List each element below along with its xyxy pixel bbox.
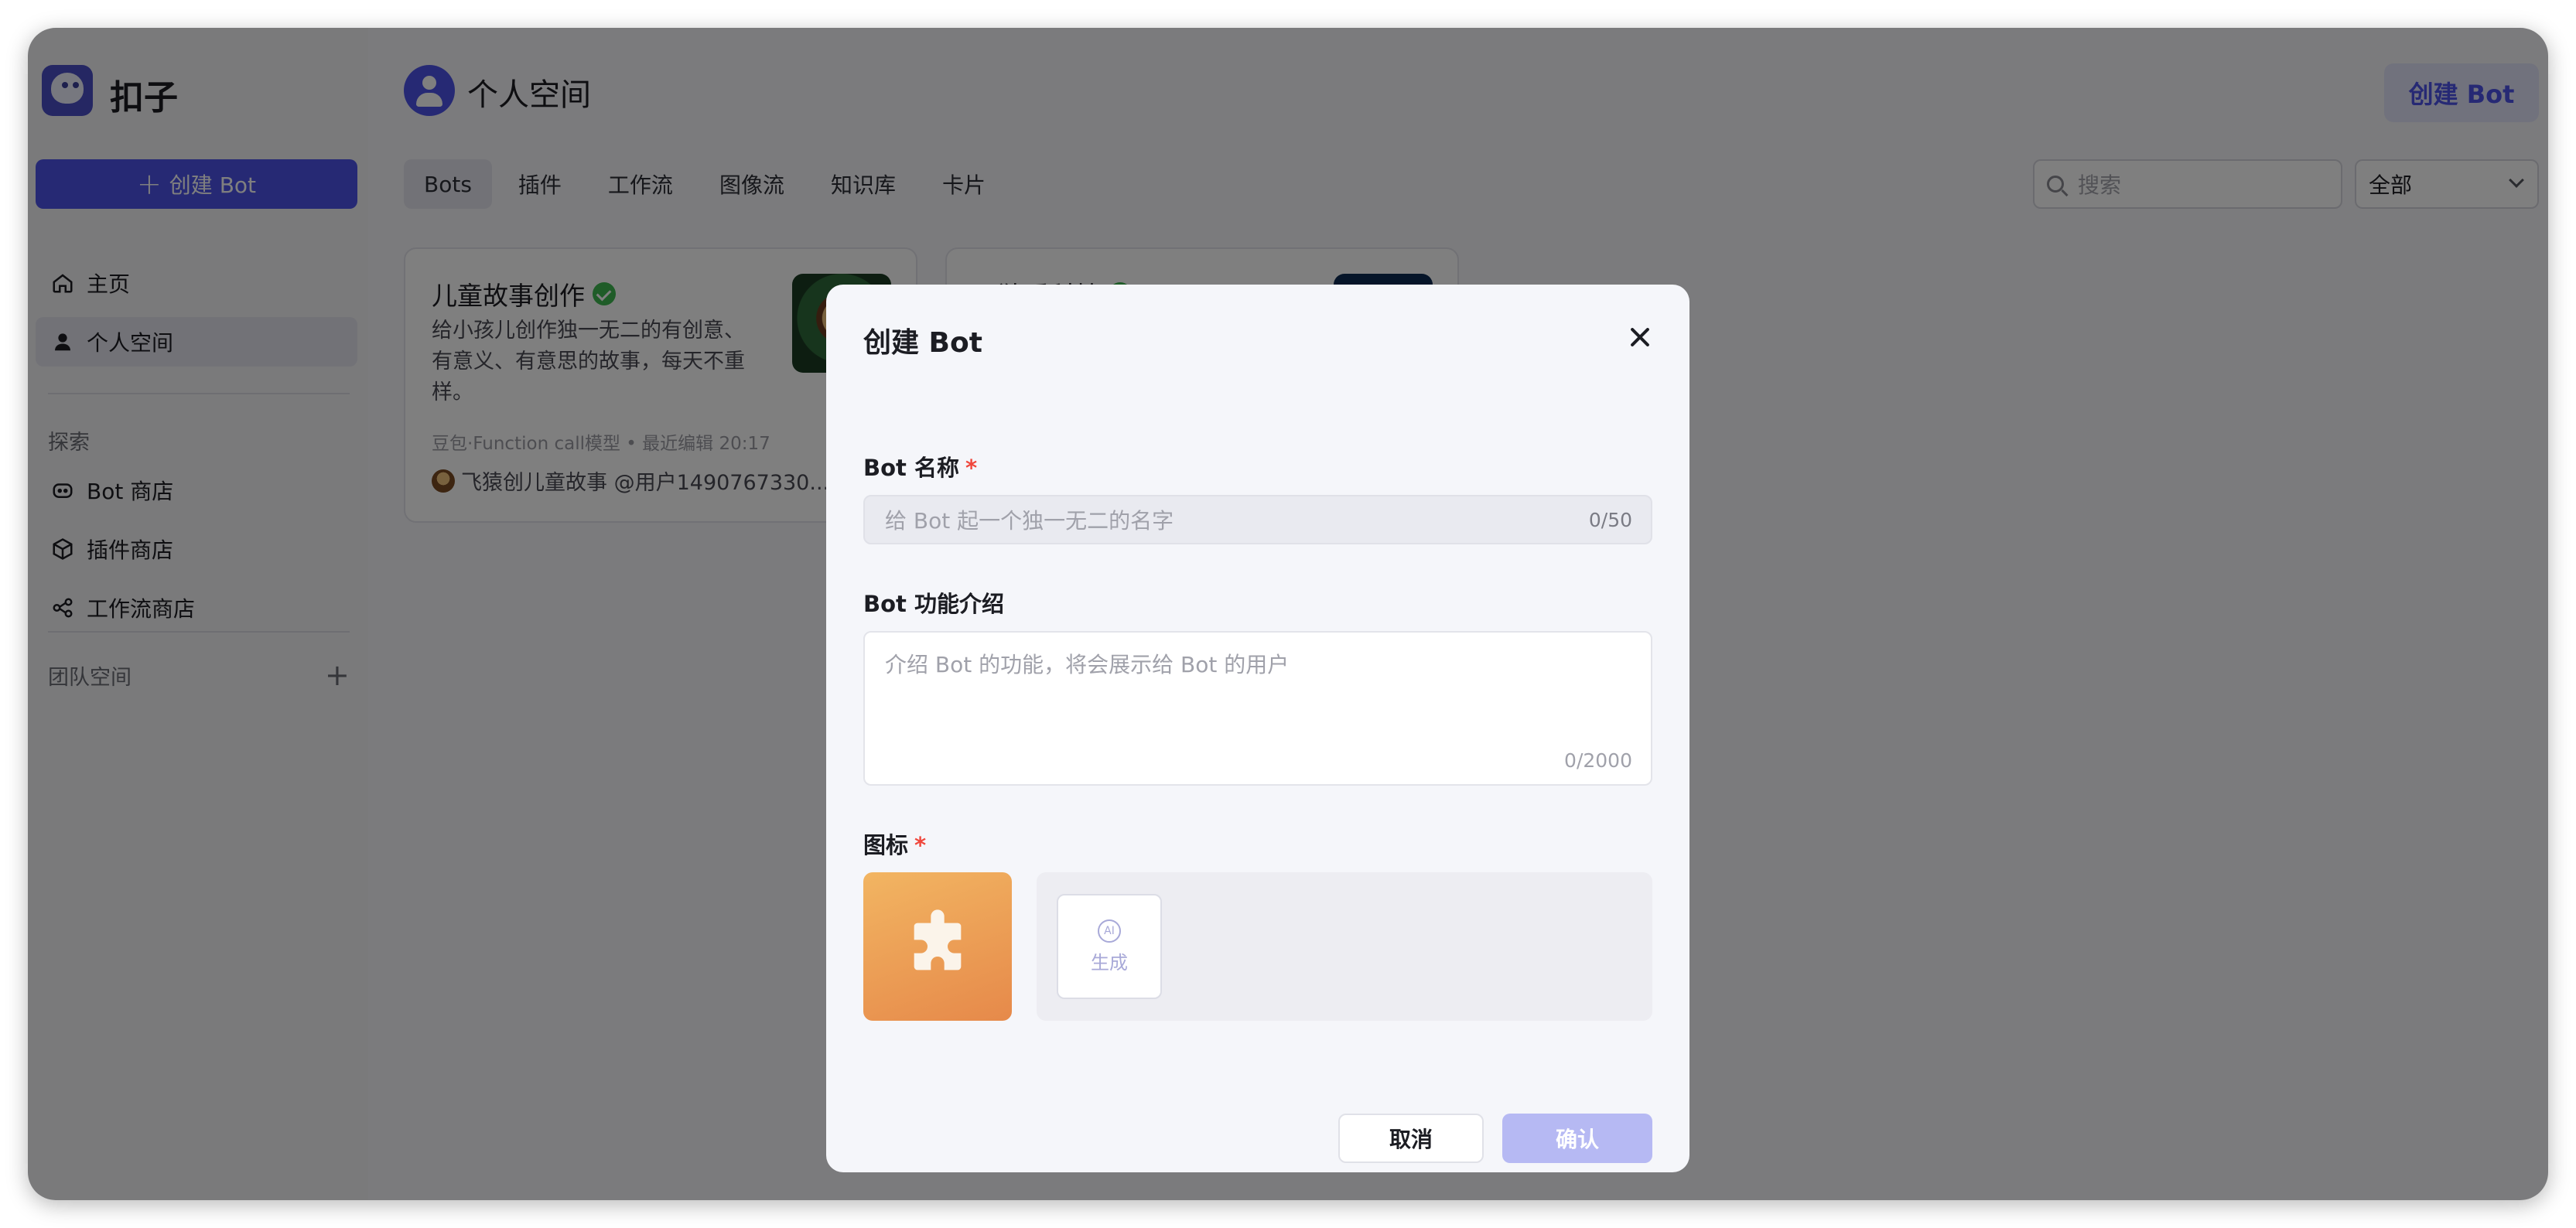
- bot-name-placeholder: 给 Bot 起一个独一无二的名字: [885, 508, 1174, 534]
- bot-description-placeholder: 介绍 Bot 的功能，将会展示给 Bot 的用户: [885, 652, 1290, 677]
- confirm-button[interactable]: 确认: [1502, 1114, 1652, 1163]
- generate-label: 生成: [1091, 951, 1128, 974]
- close-icon[interactable]: [1625, 322, 1655, 353]
- dialog-title: 创建 Bot: [863, 327, 982, 359]
- ai-generate-button[interactable]: AI 生成: [1057, 894, 1162, 999]
- cancel-button[interactable]: 取消: [1338, 1114, 1484, 1163]
- bot-name-input[interactable]: 给 Bot 起一个独一无二的名字 0/50: [863, 495, 1652, 544]
- icon-generate-area: AI 生成: [1037, 872, 1652, 1021]
- bot-icon-preview[interactable]: [863, 872, 1012, 1021]
- required-mark: *: [914, 832, 927, 858]
- bot-name-label: Bot 名称 *: [863, 455, 978, 481]
- bot-name-counter: 0/50: [1588, 509, 1632, 531]
- bot-description-textarea[interactable]: 介绍 Bot 的功能，将会展示给 Bot 的用户 0/2000: [863, 631, 1652, 786]
- icon-label: 图标 *: [863, 832, 927, 858]
- ai-icon: AI: [1098, 919, 1121, 943]
- puzzle-icon: [914, 909, 962, 970]
- bot-description-counter: 0/2000: [1564, 749, 1632, 772]
- create-bot-dialog: 创建 Bot Bot 名称 * 给 Bot 起一个独一无二的名字 0/50 Bot…: [826, 285, 1689, 1172]
- bot-description-label: Bot 功能介绍: [863, 591, 1004, 617]
- required-mark: *: [965, 455, 978, 481]
